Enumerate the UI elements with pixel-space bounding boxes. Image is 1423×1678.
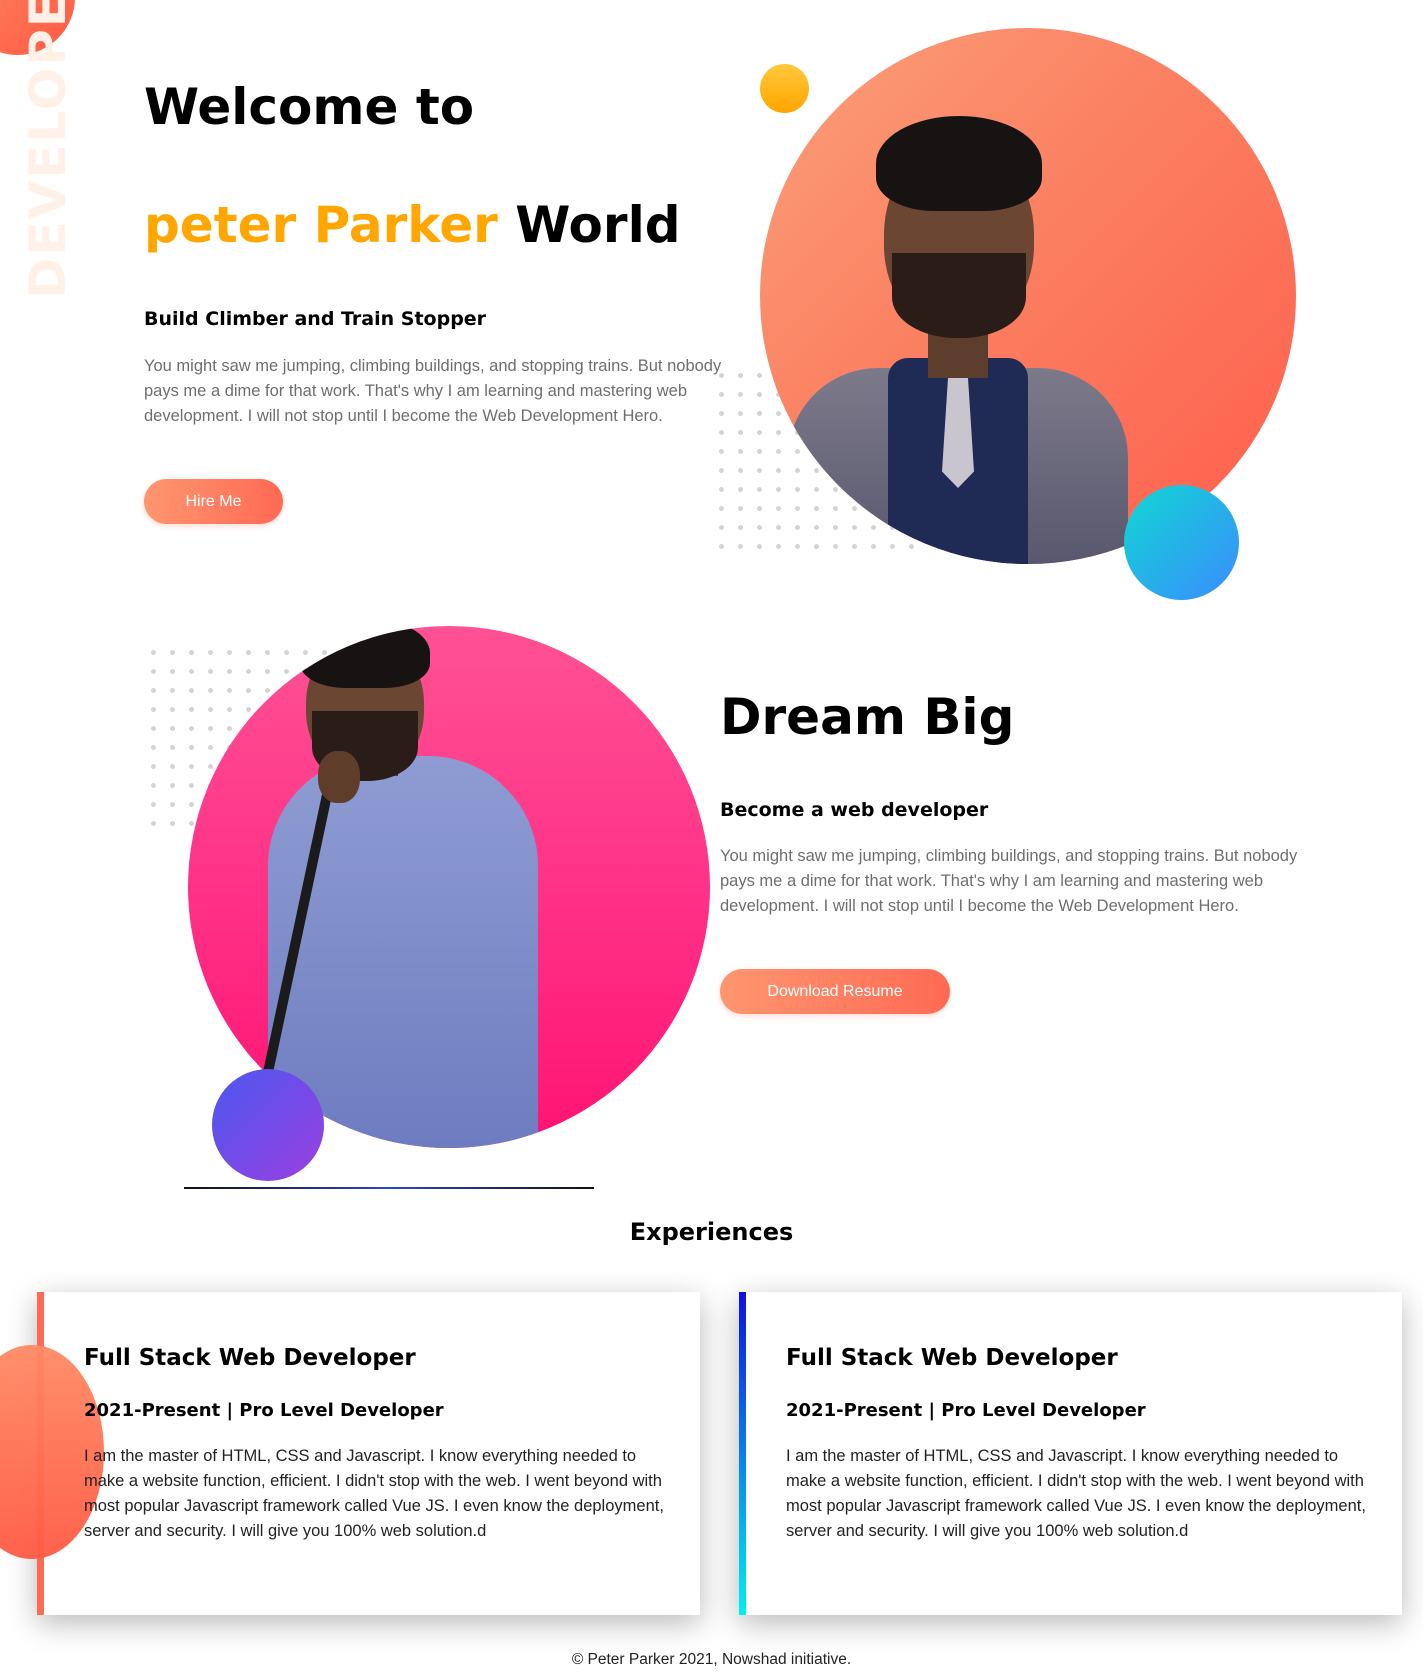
page: DEVELOPER Welcome to peter Parker World … <box>0 0 1423 1678</box>
divider-line <box>184 1187 594 1189</box>
portrait-hair <box>300 626 430 688</box>
teal-decor-circle <box>1124 485 1239 600</box>
experience-description: I am the master of HTML, CSS and Javascr… <box>84 1447 664 1540</box>
portrait-hand <box>318 751 360 803</box>
experience-period: 2021-Present | Pro Level Developer <box>786 1400 1146 1421</box>
dream-title: Dream Big <box>720 688 1015 746</box>
hero-subtitle: Build Climber and Train Stopper <box>144 308 487 330</box>
portrait-beard <box>892 253 1026 338</box>
hero-title-line1: Welcome to <box>144 78 475 136</box>
download-resume-button[interactable]: Download Resume <box>720 969 950 1014</box>
hero-title-line2: peter Parker World <box>144 196 681 254</box>
experience-description: I am the master of HTML, CSS and Javascr… <box>786 1447 1366 1540</box>
hero-portrait <box>760 28 1296 564</box>
hero-description: You might saw me jumping, climbing build… <box>144 357 722 425</box>
hero-title-name: peter Parker <box>144 196 498 254</box>
footer-copyright: © Peter Parker 2021, Nowshad initiative. <box>571 1651 852 1668</box>
experience-title: Full Stack Web Developer <box>786 1345 1118 1371</box>
experience-card: Full Stack Web Developer 2021-Present | … <box>739 1292 1402 1615</box>
dream-description: You might saw me jumping, climbing build… <box>720 847 1298 915</box>
hero-title-world: World <box>515 196 681 254</box>
experience-period: 2021-Present | Pro Level Developer <box>84 1400 444 1421</box>
hire-me-button[interactable]: Hire Me <box>144 479 283 524</box>
yellow-decor-circle <box>760 64 809 113</box>
portrait-hair <box>876 116 1042 211</box>
purple-decor-circle <box>212 1069 324 1181</box>
side-watermark-text: DEVELOPER <box>19 0 77 299</box>
experience-title: Full Stack Web Developer <box>84 1345 416 1371</box>
experiences-heading: Experiences <box>629 1218 794 1246</box>
experience-card: Full Stack Web Developer 2021-Present | … <box>37 1292 700 1615</box>
dream-subtitle: Become a web developer <box>720 799 989 821</box>
